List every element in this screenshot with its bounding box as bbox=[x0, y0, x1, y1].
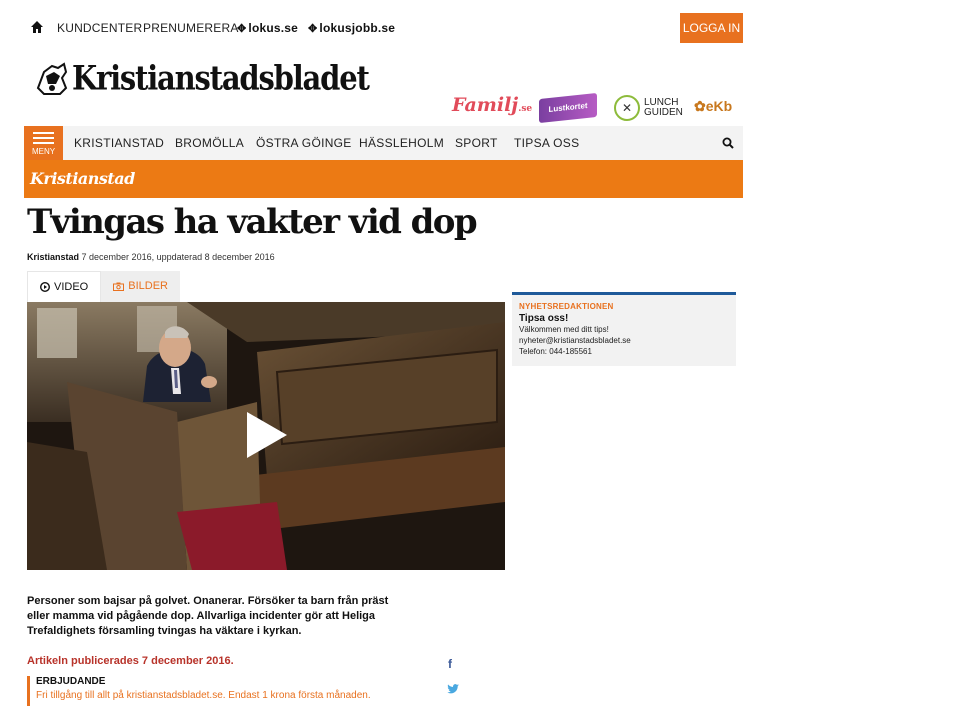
ekb-flower-icon: ✿ bbox=[694, 98, 706, 114]
nav-item-sport[interactable]: SPORT bbox=[455, 136, 498, 150]
lokusjobb-label: lokusjobb.se bbox=[319, 21, 396, 35]
article-headline: Tvingas ha vakter vid dop bbox=[27, 202, 478, 242]
familj-logo[interactable]: Familj.se bbox=[452, 94, 532, 120]
main-nav: MENY KRISTIANSTAD BROMÖLLA ÖSTRA GÖINGE … bbox=[24, 126, 743, 160]
menu-bar-1 bbox=[33, 132, 54, 134]
familj-label: Familj bbox=[452, 94, 519, 116]
tips-box: NYHETSREDAKTIONEN Tipsa oss! Välkommen m… bbox=[512, 292, 736, 366]
tips-heading: Tipsa oss! bbox=[519, 313, 569, 324]
video-icon bbox=[40, 282, 50, 292]
lokusjobb-logo-icon: ✥ bbox=[308, 23, 318, 35]
tab-images-label: BILDER bbox=[128, 280, 168, 292]
lunchguiden-logo[interactable]: ✕ LUNCH GUIDEN bbox=[614, 95, 683, 121]
camera-icon bbox=[113, 282, 125, 291]
lokusjobb-link[interactable]: ✥ lokusjobb.se bbox=[308, 21, 395, 35]
tips-email-link[interactable]: nyheter@kristianstadsbladet.se bbox=[519, 335, 729, 346]
tips-phone: Telefon: 044-185561 bbox=[519, 347, 592, 356]
published-note: Artikeln publicerades 7 december 2016. bbox=[27, 655, 234, 667]
video-player[interactable] bbox=[27, 302, 505, 570]
familj-suffix: .se bbox=[518, 104, 533, 114]
nav-item-kristianstad[interactable]: KRISTIANSTAD bbox=[74, 136, 164, 150]
play-icon[interactable] bbox=[247, 412, 287, 458]
menu-label: MENY bbox=[31, 147, 56, 156]
tab-images[interactable]: BILDER bbox=[101, 271, 180, 302]
offer-heading: ERBJUDANDE bbox=[36, 676, 106, 687]
section-banner: Kristianstad bbox=[24, 160, 743, 198]
nav-item-hassleholm[interactable]: HÄSSLEHOLM bbox=[359, 136, 444, 150]
ekb-label: eKb bbox=[705, 98, 733, 114]
media-tabs: VIDEO BILDER bbox=[27, 271, 180, 302]
login-button[interactable]: LOGGA IN bbox=[680, 13, 743, 43]
menu-bar-2 bbox=[33, 137, 54, 139]
article-dates: 7 december 2016, uppdaterad 8 december 2… bbox=[81, 252, 275, 262]
prenumerera-link[interactable]: PRENUMERERA bbox=[143, 21, 239, 35]
facebook-icon[interactable]: f bbox=[448, 657, 452, 671]
article-location: Kristianstad bbox=[27, 252, 80, 262]
nav-item-ostra-goinge[interactable]: ÖSTRA GÖINGE bbox=[256, 136, 352, 150]
tips-welcome: Välkommen med ditt tips! bbox=[519, 325, 609, 334]
menu-button[interactable]: MENY bbox=[24, 126, 63, 160]
nav-item-bromolla[interactable]: BROMÖLLA bbox=[175, 136, 244, 150]
article-dateline: Kristianstad 7 december 2016, uppdaterad… bbox=[27, 252, 275, 262]
lustkortet-logo[interactable]: Lustkortet bbox=[539, 92, 597, 124]
site-logo[interactable]: Kristianstadsbladet bbox=[34, 58, 370, 98]
cutlery-icon: ✕ bbox=[614, 95, 640, 121]
section-title[interactable]: Kristianstad bbox=[30, 169, 135, 188]
search-icon[interactable] bbox=[722, 137, 734, 149]
lokus-link[interactable]: ✥ lokus.se bbox=[237, 21, 298, 35]
menu-bar-3 bbox=[33, 142, 54, 144]
ekb-logo[interactable]: ✿eKb bbox=[694, 98, 732, 124]
top-utility-bar: KUNDCENTER PRENUMERERA ✥ lokus.se ✥ lokusj… bbox=[24, 12, 744, 44]
lokus-label: lokus.se bbox=[248, 21, 299, 35]
lunchguiden-line2: GUIDEN bbox=[644, 107, 683, 118]
tab-video[interactable]: VIDEO bbox=[27, 271, 102, 302]
article-lead: Personer som bajsar på golvet. Onanerar.… bbox=[27, 595, 389, 637]
tips-kicker: NYHETSREDAKTIONEN bbox=[519, 302, 614, 311]
kristianstadsbladet-mark-icon bbox=[36, 62, 68, 95]
kundcenter-link[interactable]: KUNDCENTER bbox=[57, 21, 142, 35]
lokus-logo-icon: ✥ bbox=[237, 23, 247, 35]
home-icon[interactable] bbox=[30, 20, 44, 34]
logo-name: Kristianstadsbladet bbox=[72, 58, 370, 98]
twitter-icon[interactable] bbox=[447, 684, 459, 694]
offer-text[interactable]: Fri tillgång till allt på kristianstadsb… bbox=[36, 690, 371, 701]
offer-box[interactable]: ERBJUDANDE Fri tillgång till allt på kri… bbox=[27, 676, 371, 706]
nav-item-tipsa-oss[interactable]: TIPSA OSS bbox=[514, 136, 579, 150]
tab-video-label: VIDEO bbox=[54, 280, 89, 293]
